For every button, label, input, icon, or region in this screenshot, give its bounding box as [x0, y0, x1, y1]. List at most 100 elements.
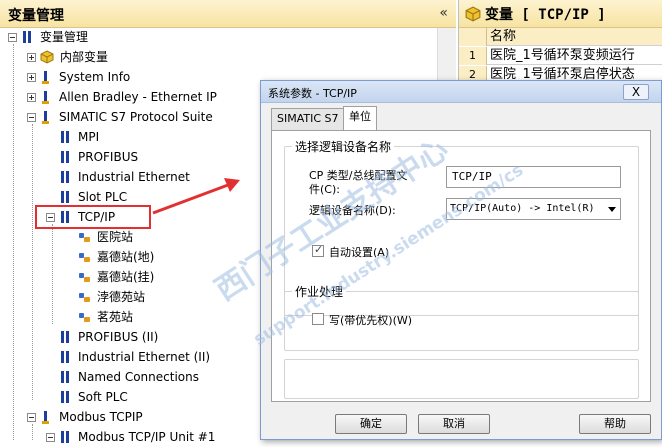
dialog-title: 系统参数 - TCP/IP	[268, 87, 357, 100]
table-row[interactable]: 1 医院_1号循环泵变频运行	[459, 47, 662, 65]
panel-header: 变量管理 «	[0, 0, 456, 28]
tree-item-label: 变量管理	[40, 30, 89, 44]
tab-simatic-s7[interactable]: SIMATIC S7	[271, 108, 345, 130]
tree-item-station[interactable]: 茗苑站	[78, 307, 134, 327]
collapse-icon[interactable]	[46, 432, 55, 442]
channel-icon	[59, 390, 71, 404]
tree-item-simatic-s7[interactable]: SIMATIC S7 Protocol Suite	[27, 107, 214, 127]
tree-item-label: SIMATIC S7 Protocol Suite	[59, 110, 213, 124]
tree-item-label: 医院站	[97, 230, 134, 244]
variables-cube-icon	[465, 6, 481, 21]
channel-icon	[59, 150, 71, 164]
tree-item-modbus-unit[interactable]: Modbus TCP/IP Unit #1	[46, 427, 216, 447]
tree-item-label: PROFIBUS	[78, 150, 139, 164]
chevron-down-icon	[608, 207, 616, 212]
group-title: 选择逻辑设备名称	[292, 138, 395, 155]
driver-icon	[40, 410, 52, 424]
column-header-name[interactable]: 名称	[487, 28, 662, 45]
tree-item-named-connections[interactable]: Named Connections	[59, 367, 200, 387]
annotation-arrow-icon	[152, 178, 240, 215]
panel-title: 变量管理	[8, 8, 64, 24]
help-button[interactable]: 帮助	[579, 414, 651, 434]
tree-item-label: 浡德苑站	[97, 290, 146, 304]
tree-item-profibus[interactable]: PROFIBUS	[59, 147, 139, 167]
tab-content: 选择逻辑设备名称 CP 类型/总线配置文 件(C): TCP/IP 逻辑设备名称…	[271, 130, 651, 402]
tree-item-allen-bradley[interactable]: Allen Bradley - Ethernet IP	[27, 87, 218, 107]
tree-item-label: Named Connections	[78, 370, 199, 384]
tree-item-station[interactable]: 嘉德站(挂)	[78, 267, 155, 287]
channel-icon	[59, 130, 71, 144]
auto-setting-label: 自动设置(A)	[329, 246, 390, 259]
tree-line	[52, 224, 53, 324]
write-priority-label: 写(带优先权)(W)	[329, 314, 413, 327]
tree-item-system-info[interactable]: System Info	[27, 67, 131, 87]
tree-item-label: MPI	[78, 130, 100, 144]
tree-item-industrial-ethernet-ii[interactable]: Industrial Ethernet (II)	[59, 347, 211, 367]
expand-icon[interactable]	[27, 72, 36, 82]
auto-setting-checkbox[interactable]	[312, 243, 324, 257]
ok-button[interactable]: 确定	[335, 414, 407, 434]
highlight-annotation-box	[35, 205, 151, 229]
cancel-button[interactable]: 取消	[418, 414, 490, 434]
table-title: 变量 [ TCP/IP ]	[485, 6, 606, 23]
tree-line	[32, 124, 33, 400]
channel-icon	[59, 370, 71, 384]
connection-icon	[78, 291, 92, 303]
tree-item-label: Allen Bradley - Ethernet IP	[59, 90, 217, 104]
tree-item-mpi[interactable]: MPI	[59, 127, 100, 147]
collapse-icon[interactable]	[27, 412, 36, 422]
tree-item-station[interactable]: 嘉德站(地)	[78, 247, 155, 267]
tab-unit[interactable]: 单位	[343, 106, 377, 131]
channel-icon	[59, 330, 71, 344]
logical-device-value: TCP/IP(Auto) -> Intel(R)	[450, 203, 595, 214]
tree-item-label: Modbus TCP/IP Unit #1	[78, 430, 216, 444]
variable-name-cell[interactable]: 医院_1号循环泵变频运行	[487, 47, 662, 64]
driver-icon	[40, 90, 52, 104]
tree-item-station[interactable]: 浡德苑站	[78, 287, 146, 307]
expand-icon[interactable]	[27, 92, 36, 102]
tree-item-label: 嘉德站(地)	[97, 250, 155, 264]
cp-type-field[interactable]: TCP/IP	[446, 166, 621, 188]
tree-item-label: 内部变量	[60, 50, 109, 64]
variable-manager-icon	[21, 30, 33, 44]
table-header-bar: 变量 [ TCP/IP ]	[459, 0, 662, 28]
logical-device-label: 逻辑设备名称(D):	[309, 204, 396, 217]
dialog-titlebar: 系统参数 - TCP/IP X	[261, 81, 661, 103]
channel-icon	[59, 430, 71, 444]
tree-item-internal-variables[interactable]: 内部变量	[27, 47, 109, 67]
collapse-icon[interactable]	[27, 112, 36, 122]
system-parameters-dialog: 系统参数 - TCP/IP X SIMATIC S7 单位 选择逻辑设备名称 C…	[260, 80, 662, 440]
driver-icon	[40, 70, 52, 84]
write-priority-checkbox[interactable]	[312, 313, 324, 325]
row-index: 1	[459, 47, 487, 65]
tree-item-label: System Info	[59, 70, 131, 84]
tree-item-label: Slot PLC	[78, 190, 128, 204]
connection-icon	[78, 271, 92, 283]
connection-icon	[78, 231, 92, 243]
channel-icon	[59, 170, 71, 184]
channel-icon	[59, 350, 71, 364]
tree-item-label: 嘉德站(挂)	[97, 270, 155, 284]
tree-item-label: Industrial Ethernet (II)	[78, 350, 211, 364]
channel-icon	[59, 190, 71, 204]
tree-item-station[interactable]: 医院站	[78, 227, 134, 247]
tree-item-modbus-tcpip[interactable]: Modbus TCPIP	[27, 407, 144, 427]
expand-icon[interactable]	[27, 52, 36, 62]
tree-line	[13, 44, 14, 440]
collapse-panel-button[interactable]: «	[439, 5, 448, 21]
internal-variables-icon	[40, 50, 54, 64]
tree-item-soft-plc[interactable]: Soft PLC	[59, 387, 129, 407]
collapse-icon[interactable]	[8, 32, 17, 42]
tree-item-root[interactable]: 变量管理	[8, 27, 89, 47]
tree-item-profibus-ii[interactable]: PROFIBUS (II)	[59, 327, 159, 347]
cp-type-label-line2: 件(C):	[309, 183, 340, 196]
logical-device-select[interactable]: TCP/IP(Auto) -> Intel(R)	[446, 198, 621, 220]
group-title: 作业处理	[292, 283, 347, 300]
tree-item-label: 茗苑站	[97, 310, 134, 324]
driver-icon	[40, 110, 52, 124]
tree-item-label: PROFIBUS (II)	[78, 330, 159, 344]
row-index-header	[459, 28, 487, 46]
close-button[interactable]: X	[623, 84, 649, 100]
tree-item-label: Soft PLC	[78, 390, 128, 404]
tree-item-slot-plc[interactable]: Slot PLC	[59, 187, 128, 207]
